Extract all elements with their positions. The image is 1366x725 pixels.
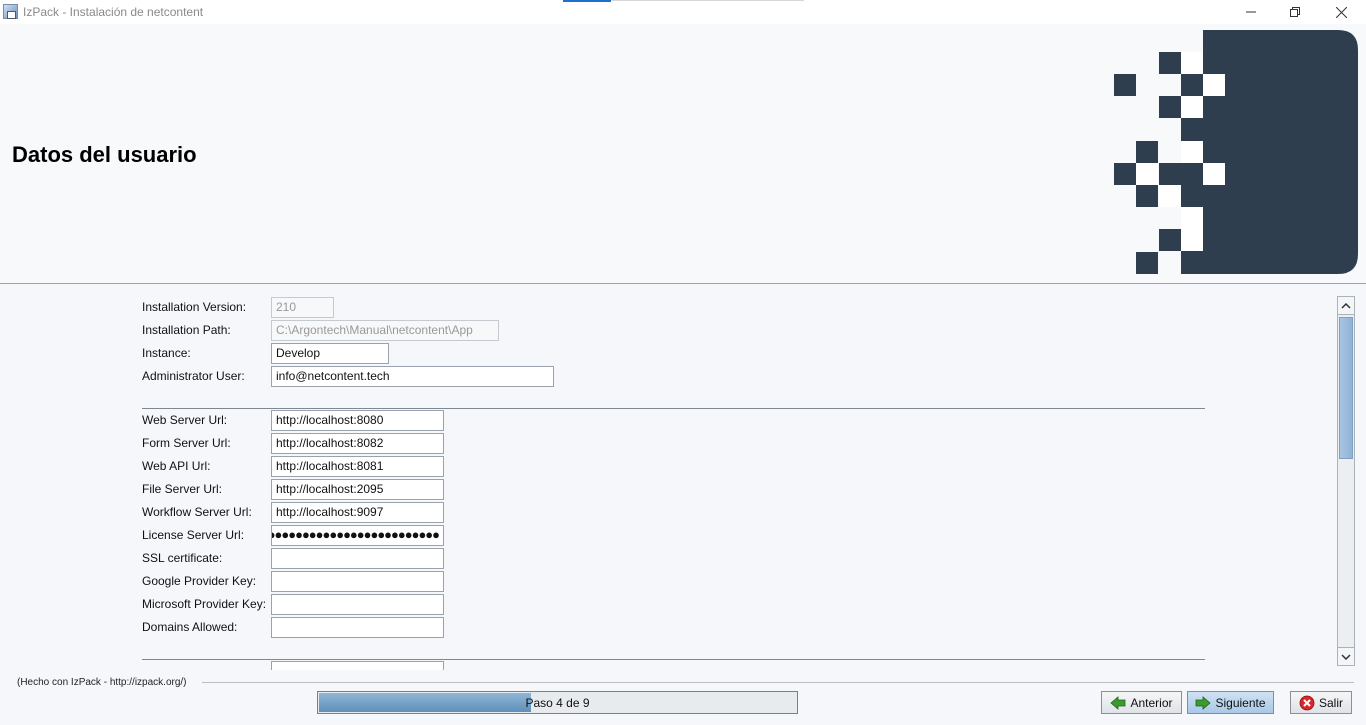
administrator-user-field[interactable]: info@netcontent.tech [271, 366, 554, 387]
progress-text: Paso 4 de 9 [525, 696, 590, 710]
exit-button[interactable]: Salir [1290, 691, 1352, 714]
restore-button[interactable] [1272, 0, 1318, 24]
chevron-up-icon [1341, 302, 1351, 309]
section-divider [142, 408, 1205, 409]
workflow-server-url-field[interactable]: http://localhost:9097 [271, 502, 444, 523]
next-button[interactable]: Siguiente [1187, 691, 1274, 714]
form-server-url-field[interactable]: http://localhost:8082 [271, 433, 444, 454]
focus-indicator [563, 0, 611, 2]
focus-indicator-track [611, 0, 804, 1]
minimize-button[interactable] [1228, 0, 1274, 24]
microsoft-provider-key-field[interactable] [271, 594, 444, 615]
field-label: Google Provider Key: [142, 574, 257, 588]
domains-allowed-field[interactable] [271, 617, 444, 638]
form-panel: Installation Version: 210 Installation P… [0, 284, 1366, 670]
field-label: Form Server Url: [142, 436, 231, 450]
web-server-url-field[interactable]: http://localhost:8080 [271, 410, 444, 431]
installation-version-field: 210 [271, 297, 334, 318]
field-label: Web API Url: [142, 459, 211, 473]
panel-header: Datos del usuario [0, 24, 1366, 283]
instance-field[interactable]: Develop [271, 343, 389, 364]
next-section-field[interactable] [271, 661, 444, 670]
izpack-credit: (Hecho con IzPack - http://izpack.org/) [17, 677, 187, 688]
cancel-icon [1299, 695, 1315, 710]
previous-button-label: Anterior [1130, 695, 1173, 710]
file-server-url-field[interactable]: http://localhost:2095 [271, 479, 444, 500]
section-divider [142, 659, 1205, 660]
field-label: Installation Version: [142, 300, 247, 314]
google-provider-key-field[interactable] [271, 571, 444, 592]
field-label: SSL certificate: [142, 551, 223, 565]
page-title: Datos del usuario [12, 142, 197, 167]
arrow-right-icon [1196, 695, 1212, 710]
field-label: License Server Url: [142, 528, 245, 542]
chevron-down-icon [1341, 653, 1351, 660]
next-button-label: Siguiente [1215, 695, 1266, 710]
close-icon [1335, 6, 1347, 18]
scroll-down-button[interactable] [1338, 647, 1354, 665]
field-label: Workflow Server Url: [142, 505, 252, 519]
ssl-certificate-field[interactable] [271, 548, 444, 569]
vertical-scrollbar[interactable] [1337, 296, 1355, 666]
field-label: Domains Allowed: [142, 620, 238, 634]
close-button[interactable] [1318, 0, 1364, 24]
window-title: IzPack - Instalación de netcontent [23, 5, 204, 19]
scrollbar-thumb[interactable] [1339, 317, 1353, 459]
netcontent-logo [1114, 30, 1358, 274]
scroll-up-button[interactable] [1338, 297, 1354, 315]
previous-button[interactable]: Anterior [1101, 691, 1182, 714]
field-label: Instance: [142, 346, 191, 360]
exit-button-label: Salir [1318, 695, 1343, 710]
install-progress-bar: Paso 4 de 9 [317, 691, 798, 714]
license-server-url-field[interactable]: ●●●●●●●●●●●●●●●●●●●●●●●●●● [271, 525, 444, 546]
arrow-left-icon [1110, 695, 1126, 710]
app-icon [3, 4, 18, 19]
field-label: Administrator User: [142, 369, 245, 383]
minimize-icon [1246, 11, 1256, 13]
window-titlebar: IzPack - Instalación de netcontent [0, 0, 1366, 24]
field-label: Web Server Url: [142, 413, 228, 427]
field-label: File Server Url: [142, 482, 223, 496]
field-label: Installation Path: [142, 323, 231, 337]
web-api-url-field[interactable]: http://localhost:8081 [271, 456, 444, 477]
installation-path-field: C:\Argontech\Manual\netcontent\App [271, 320, 499, 341]
restore-icon [1290, 7, 1300, 17]
footer-divider [202, 682, 1354, 683]
field-label: Microsoft Provider Key: [142, 597, 267, 611]
